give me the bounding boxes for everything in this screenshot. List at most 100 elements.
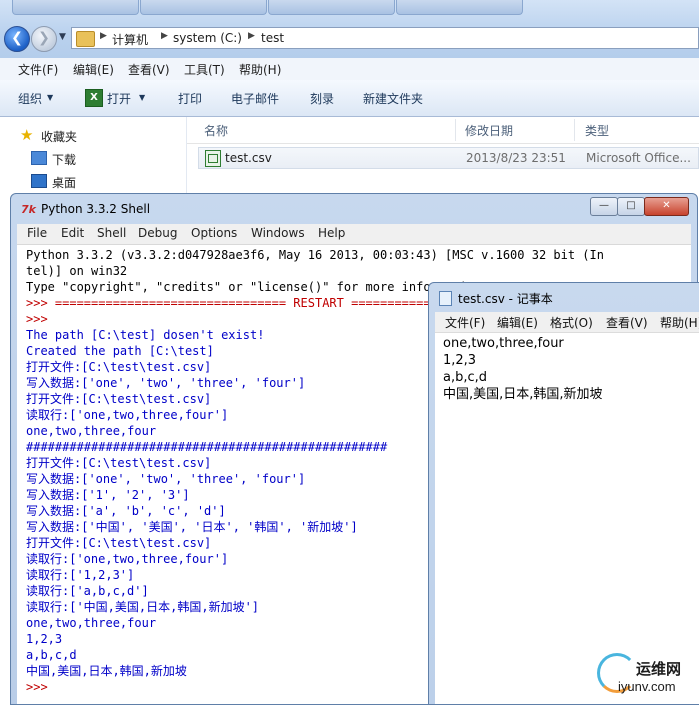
menu-tools[interactable]: 工具(T) (184, 61, 225, 78)
console-line: one,two,three,four (26, 616, 157, 630)
breadcrumb-drive[interactable]: system (C:) (173, 31, 242, 45)
dropdown-arrow-icon[interactable]: ▼ (139, 93, 145, 102)
console-line: >>> (26, 312, 55, 326)
np-menu-help[interactable]: 帮助(H) (660, 314, 699, 331)
email-button[interactable]: 电子邮件 (231, 90, 279, 107)
nav-favorites[interactable]: 收藏夹 (41, 128, 77, 145)
console-line: ########################################… (26, 440, 388, 454)
menu-help[interactable]: 帮助(H) (239, 61, 281, 78)
minimize-button[interactable]: — (590, 197, 618, 216)
organize-button[interactable]: 组织 (18, 90, 42, 107)
column-type[interactable]: 类型 (585, 122, 609, 139)
np-line: 1,2,3 (443, 353, 477, 368)
chevron-right-icon[interactable]: ▶ (100, 31, 107, 41)
console-line: The path [C:\test] dosen't exist! (26, 328, 265, 342)
console-line: a,b,c,d (26, 648, 77, 662)
console-line: 打开文件:[C:\test\test.csv] (26, 456, 212, 470)
file-type: Microsoft Office... (586, 151, 691, 165)
console-line: 写入数据:['中国', '美国', '日本', '韩国', '新加坡'] (26, 520, 358, 534)
watermark-logo: 运维网 iyunv.com (594, 650, 699, 703)
nav-downloads[interactable]: 下载 (52, 151, 76, 168)
console-line: 读取行:['one,two,three,four'] (26, 408, 229, 422)
breadcrumb-folder[interactable]: test (261, 31, 284, 45)
console-line: 中国,美国,日本,韩国,新加坡 (26, 664, 187, 678)
shell-menu-debug[interactable]: Debug (138, 226, 177, 240)
file-row-test-csv[interactable]: test.csv 2013/8/23 23:51 Microsoft Offic… (198, 147, 699, 169)
menu-view[interactable]: 查看(V) (128, 61, 170, 78)
command-bar: 组织 ▼ X 打开 ▼ 打印 电子邮件 刻录 新建文件夹 (0, 80, 699, 117)
file-list-header: 名称 修改日期 类型 (187, 117, 699, 144)
shell-menu-edit[interactable]: Edit (61, 226, 84, 240)
console-line: Type "copyright", "credits" or "license(… (26, 280, 489, 294)
csv-file-icon (205, 150, 221, 167)
python-idle-icon: 7k (21, 203, 36, 216)
column-name[interactable]: 名称 (204, 122, 228, 139)
watermark-url: iyunv.com (618, 679, 676, 694)
console-line: 写入数据:['a', 'b', 'c', 'd'] (26, 504, 226, 518)
np-menu-view[interactable]: 查看(V) (606, 314, 648, 331)
open-button[interactable]: 打开 (107, 90, 131, 107)
watermark-cn: 运维网 (636, 660, 682, 678)
shell-menubar: File Edit Shell Debug Options Windows He… (17, 224, 691, 245)
maximize-button[interactable]: □ (617, 197, 645, 216)
notepad-menubar: 文件(F) 编辑(E) 格式(O) 查看(V) 帮助(H) (435, 312, 699, 333)
print-button[interactable]: 打印 (178, 90, 202, 107)
shell-menu-options[interactable]: Options (191, 226, 237, 240)
console-line: 读取行:['a,b,c,d'] (26, 584, 149, 598)
console-line: one,two,three,four (26, 424, 157, 438)
chevron-right-icon[interactable]: ▶ (161, 31, 168, 41)
menu-file[interactable]: 文件(F) (18, 61, 58, 78)
favorites-star-icon: ★ (20, 126, 34, 144)
np-line: one,two,three,four (443, 336, 564, 351)
shell-menu-shell[interactable]: Shell (97, 226, 126, 240)
shell-menu-file[interactable]: File (27, 226, 47, 240)
np-menu-file[interactable]: 文件(F) (445, 314, 485, 331)
console-line: Created the path [C:\test] (26, 344, 214, 358)
explorer-menubar: 文件(F) 编辑(E) 查看(V) 工具(T) 帮助(H) (0, 58, 699, 81)
notepad-window: test.csv - 记事本 文件(F) 编辑(E) 格式(O) 查看(V) 帮… (428, 282, 699, 705)
downloads-folder-icon (31, 151, 47, 165)
close-button[interactable]: ✕ (644, 197, 689, 216)
console-line: 打开文件:[C:\test\test.csv] (26, 360, 212, 374)
console-line: Python 3.3.2 (v3.3.2:d047928ae3f6, May 1… (26, 248, 604, 262)
breadcrumb-computer[interactable]: 计算机 (112, 31, 148, 48)
console-line: 读取行:['中国,美国,日本,韩国,新加坡'] (26, 600, 260, 614)
new-folder-button[interactable]: 新建文件夹 (363, 90, 423, 107)
console-line: 写入数据:['one', 'two', 'three', 'four'] (26, 472, 306, 486)
notepad-text-area[interactable]: one,two,three,four 1,2,3 a,b,c,d 中国,美国,日… (435, 333, 699, 704)
shell-menu-windows[interactable]: Windows (251, 226, 305, 240)
console-line: 1,2,3 (26, 632, 63, 646)
burn-button[interactable]: 刻录 (310, 90, 334, 107)
console-line: 读取行:['1,2,3'] (26, 568, 135, 582)
menu-edit[interactable]: 编辑(E) (73, 61, 114, 78)
console-line: 打开文件:[C:\test\test.csv] (26, 392, 212, 406)
chevron-right-icon[interactable]: ▶ (248, 31, 255, 41)
file-modified: 2013/8/23 23:51 (466, 151, 566, 165)
np-line: 中国,美国,日本,韩国,新加坡 (443, 387, 603, 402)
console-line: 写入数据:['1', '2', '3'] (26, 488, 190, 502)
console-line: tel)] on win32 (26, 264, 128, 278)
console-line: 打开文件:[C:\test\test.csv] (26, 536, 212, 550)
recent-pages-dropdown-icon[interactable]: ▼ (59, 32, 66, 42)
console-line: 读取行:['one,two,three,four'] (26, 552, 229, 566)
excel-icon: X (85, 89, 103, 107)
np-menu-format[interactable]: 格式(O) (550, 314, 593, 331)
notepad-title: test.csv - 记事本 (458, 292, 553, 306)
forward-button[interactable]: ❯ (31, 26, 57, 52)
dropdown-arrow-icon[interactable]: ▼ (47, 93, 53, 102)
file-name: test.csv (225, 151, 272, 165)
explorer-titlebar: ❮ ❯ ▼ ▶ 计算机 ▶ system (C:) ▶ test (0, 0, 699, 58)
shell-title: Python 3.3.2 Shell (41, 202, 151, 216)
back-button[interactable]: ❮ (4, 26, 30, 52)
console-line: 写入数据:['one', 'two', 'three', 'four'] (26, 376, 306, 390)
np-menu-edit[interactable]: 编辑(E) (497, 314, 538, 331)
nav-desktop[interactable]: 桌面 (52, 174, 76, 191)
folder-icon (76, 31, 95, 47)
address-bar[interactable]: ▶ 计算机 ▶ system (C:) ▶ test (71, 27, 699, 49)
np-line: a,b,c,d (443, 370, 488, 385)
desktop-icon (31, 174, 47, 188)
notepad-icon (439, 291, 452, 306)
console-line: >>> (26, 680, 55, 694)
shell-menu-help[interactable]: Help (318, 226, 345, 240)
column-modified[interactable]: 修改日期 (465, 122, 513, 139)
